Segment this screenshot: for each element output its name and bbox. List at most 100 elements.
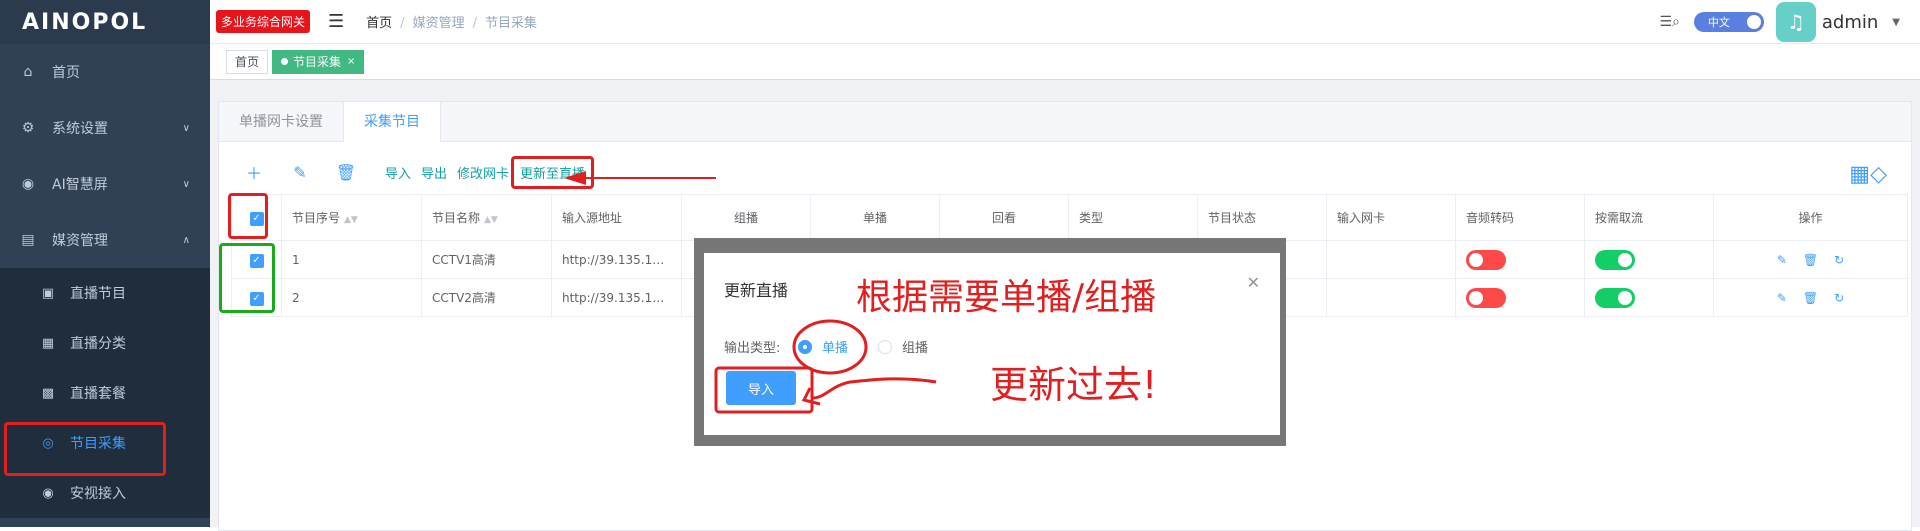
on-demand-switch[interactable] xyxy=(1584,240,1714,279)
sidebar-item-label: 直播节目 xyxy=(70,286,126,302)
chevron-up-icon: ∧ xyxy=(182,234,190,246)
audio-transcode-switch[interactable] xyxy=(1455,240,1585,279)
sidebar-item-program-collect[interactable]: ◎ 节目采集 xyxy=(0,418,210,476)
tags-view: 首页 节目采集 × xyxy=(210,44,1920,80)
annotation-scribbles xyxy=(714,319,937,414)
dialog-title: 更新直播 xyxy=(724,281,789,300)
language-label: 中文 xyxy=(1707,16,1730,29)
search-icon[interactable]: ☰⌕ xyxy=(1659,14,1679,30)
username[interactable]: admin xyxy=(1822,12,1878,33)
language-toggle[interactable]: 中文 xyxy=(1693,12,1764,32)
column-header: 回看 xyxy=(939,194,1069,241)
tab-bar: 单播网卡设置 采集节目 xyxy=(219,102,1911,142)
table-header-row: ✓ 节目序号 ▲▼ 节目名称 ▲▼ 输入源地址 组播 单播 回看 类型 节目状态 输… xyxy=(231,194,1908,241)
sidebar: AINOPOL ⌂ 首页 ⚙ 系统设置 ∨ ◉ AI智慧屏 ∨ ▤ 媒资管理 ∧… xyxy=(0,0,210,527)
tag-label: 节目采集 xyxy=(293,55,342,69)
annotation-red-box-select-all xyxy=(228,193,268,239)
sidebar-item-security[interactable]: ◉ 安视接入 xyxy=(0,468,210,518)
logo: AINOPOL xyxy=(0,0,210,44)
close-icon[interactable]: ✕ xyxy=(1247,273,1260,292)
breadcrumb: 首页 / 媒资管理 / 节目采集 xyxy=(366,16,537,31)
cell-url: http://39.135.138.... xyxy=(551,240,682,279)
avatar[interactable]: ♫ xyxy=(1775,2,1816,42)
ai-icon: ◉ xyxy=(21,176,35,192)
delete-icon[interactable]: 🗑 xyxy=(1803,253,1818,267)
sidebar-item-label: AI智慧屏 xyxy=(52,177,108,193)
submenu-media: ▣ 直播节目 ▦ 直播分类 ▩ 直播套餐 ◎ 节目采集 ◉ 安视接入 xyxy=(0,268,210,518)
toolbar: ＋ ✎ 🗑 导入 导出 修改网卡 更新至直播 ▦◇ xyxy=(219,152,1911,192)
media-icon: ▤ xyxy=(21,232,35,248)
edit-icon[interactable]: ✎ xyxy=(277,163,323,182)
row-actions: ✎ 🗑 ↻ xyxy=(1713,240,1908,279)
on-demand-switch[interactable] xyxy=(1584,278,1714,317)
camera-icon: ◉ xyxy=(42,485,54,501)
refresh-icon[interactable]: ↻ xyxy=(1834,291,1844,305)
sidebar-item-label: 系统设置 xyxy=(52,121,108,137)
breadcrumb-item[interactable]: 首页 xyxy=(366,16,392,31)
chevron-down-icon: ∨ xyxy=(182,178,190,190)
cell-name: CCTV2高清 xyxy=(421,278,552,317)
tag-program-collect[interactable]: 节目采集 × xyxy=(272,49,365,74)
category-icon: ▦ xyxy=(41,335,55,351)
tag-home[interactable]: 首页 xyxy=(226,49,269,74)
add-icon[interactable]: ＋ xyxy=(231,160,277,184)
refresh-icon[interactable]: ↻ xyxy=(1834,253,1844,267)
column-header[interactable]: 节目名称 ▲▼ xyxy=(421,194,552,241)
home-icon: ⌂ xyxy=(23,64,33,80)
column-header: 类型 xyxy=(1068,194,1198,241)
tv-icon: ▣ xyxy=(41,285,55,301)
cell-id: 1 xyxy=(281,240,422,279)
sidebar-item-label: 直播套餐 xyxy=(70,386,126,402)
tab-unicast-nic[interactable]: 单播网卡设置 xyxy=(219,102,344,142)
sidebar-item-ai[interactable]: ◉ AI智慧屏 ∨ xyxy=(0,156,210,212)
audio-transcode-switch[interactable] xyxy=(1455,278,1585,317)
edit-icon[interactable]: ✎ xyxy=(1777,291,1787,305)
edit-icon[interactable]: ✎ xyxy=(1777,253,1787,267)
sidebar-item-label: 首页 xyxy=(52,65,80,81)
column-header[interactable]: 节目序号 ▲▼ xyxy=(281,194,422,241)
column-header: 音频转码 xyxy=(1455,194,1585,241)
column-header: 组播 xyxy=(681,194,811,241)
import-link[interactable]: 导入 xyxy=(385,163,411,182)
column-header: 单播 xyxy=(810,194,940,241)
delete-icon[interactable]: 🗑 xyxy=(1803,291,1818,305)
gear-icon: ⚙ xyxy=(21,120,35,136)
delete-icon[interactable]: 🗑 xyxy=(323,163,369,182)
column-header: 节目状态 xyxy=(1197,194,1327,241)
annotation-green-box-rows xyxy=(219,243,275,313)
cell-name: CCTV1高清 xyxy=(421,240,552,279)
sidebar-item-label: 媒资管理 xyxy=(52,233,108,249)
sidebar-item-label: 直播分类 xyxy=(70,336,126,352)
chevron-down-icon: ∨ xyxy=(182,122,190,134)
column-header: 按需取流 xyxy=(1584,194,1714,241)
grid-icon[interactable]: ▦◇ xyxy=(1849,162,1887,187)
annotation-text-bottom: 更新过去! xyxy=(990,363,1158,407)
sidebar-item-live-package[interactable]: ▩ 直播套餐 xyxy=(0,368,210,418)
brand-button[interactable]: 多业务综合网关 xyxy=(216,10,311,33)
column-header: 操作 xyxy=(1713,194,1908,241)
sidebar-item-label: 安视接入 xyxy=(70,486,126,502)
row-actions: ✎ 🗑 ↻ xyxy=(1713,278,1908,317)
sidebar-item-settings[interactable]: ⚙ 系统设置 ∨ xyxy=(0,100,210,156)
breadcrumb-item: 媒资管理 xyxy=(412,16,465,31)
column-header: 输入源地址 xyxy=(551,194,682,241)
hamburger-icon[interactable]: ☰ xyxy=(328,11,344,32)
top-header: 多业务综合网关 ☰ 首页 / 媒资管理 / 节目采集 ☰⌕ 中文 ♫ admin ▼ xyxy=(210,0,1920,44)
modify-nic-link[interactable]: 修改网卡 xyxy=(457,163,509,182)
annotation-text-top: 根据需要单播/组播 xyxy=(856,277,1157,318)
export-link[interactable]: 导出 xyxy=(421,163,447,182)
sidebar-item-home[interactable]: ⌂ 首页 xyxy=(0,44,210,100)
sidebar-item-live-program[interactable]: ▣ 直播节目 xyxy=(0,268,210,318)
cell-url: http://39.135.138.... xyxy=(551,278,682,317)
cell-id: 2 xyxy=(281,278,422,317)
close-icon[interactable]: × xyxy=(347,56,355,67)
sidebar-item-live-category[interactable]: ▦ 直播分类 xyxy=(0,318,210,368)
breadcrumb-item: 节目采集 xyxy=(484,16,537,31)
header-right: ☰⌕ 中文 ♫ admin ▼ xyxy=(1659,0,1900,44)
package-icon: ▩ xyxy=(41,385,55,401)
annotation-arrow xyxy=(564,171,716,185)
column-header: 输入网卡 xyxy=(1326,194,1456,241)
tab-collect-program[interactable]: 采集节目 xyxy=(344,102,441,142)
caret-down-icon[interactable]: ▼ xyxy=(1892,17,1900,28)
sidebar-item-media[interactable]: ▤ 媒资管理 ∧ xyxy=(0,212,210,268)
